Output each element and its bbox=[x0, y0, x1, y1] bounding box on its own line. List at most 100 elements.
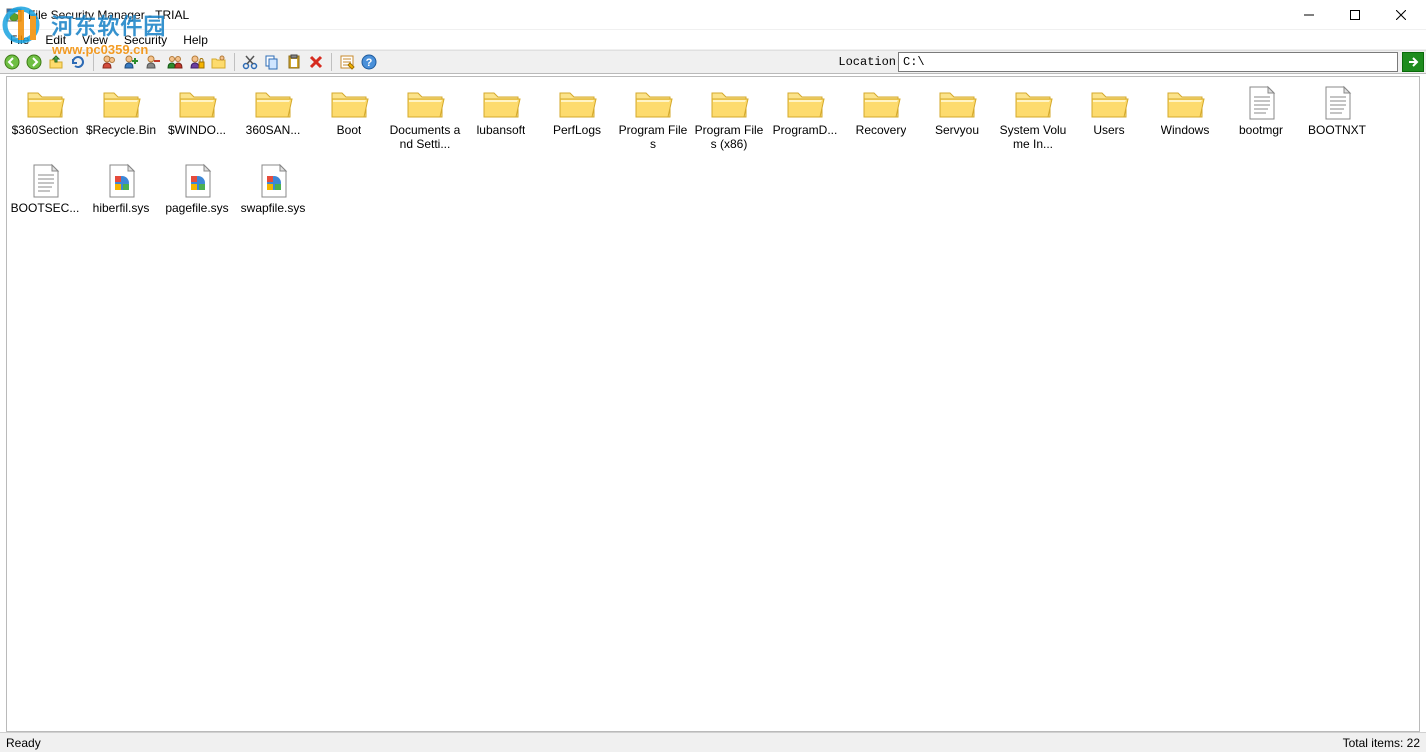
user-group-icon[interactable] bbox=[165, 52, 185, 72]
file-label: Documents and Setti... bbox=[388, 123, 462, 151]
minimize-button[interactable] bbox=[1286, 0, 1332, 30]
file-item[interactable]: hiberfil.sys bbox=[83, 159, 159, 219]
file-item[interactable]: Documents and Setti... bbox=[387, 81, 463, 155]
file-item[interactable]: BOOTNXT bbox=[1299, 81, 1375, 155]
doc-icon bbox=[1313, 83, 1361, 123]
help-icon[interactable]: ? bbox=[359, 52, 379, 72]
refresh-icon[interactable] bbox=[68, 52, 88, 72]
permissions-icon[interactable] bbox=[187, 52, 207, 72]
file-label: Program Files (x86) bbox=[692, 123, 766, 151]
file-item[interactable]: PerfLogs bbox=[539, 81, 615, 155]
menu-help[interactable]: Help bbox=[175, 31, 216, 49]
file-item[interactable]: 360SAN... bbox=[235, 81, 311, 155]
file-item[interactable]: Servyou bbox=[919, 81, 995, 155]
file-item[interactable]: BOOTSEC... bbox=[7, 159, 83, 219]
file-item[interactable]: ProgramD... bbox=[767, 81, 843, 155]
folder-icon bbox=[933, 83, 981, 123]
folder-icon bbox=[857, 83, 905, 123]
menubar: File Edit View Security Help bbox=[0, 30, 1426, 50]
folder-icon bbox=[21, 83, 69, 123]
back-icon[interactable] bbox=[2, 52, 22, 72]
location-input[interactable] bbox=[898, 52, 1398, 72]
file-label: $Recycle.Bin bbox=[86, 123, 156, 137]
sys-icon bbox=[249, 161, 297, 201]
toolbar-separator bbox=[331, 53, 332, 71]
menu-edit[interactable]: Edit bbox=[37, 31, 74, 49]
file-pane[interactable]: $360Section $Recycle.Bin $WINDO... 360SAN..… bbox=[6, 76, 1420, 732]
go-button[interactable] bbox=[1402, 52, 1424, 72]
titlebar: File Security Manager - TRIAL bbox=[0, 0, 1426, 30]
window-title: File Security Manager - TRIAL bbox=[28, 8, 189, 22]
file-label: Windows bbox=[1161, 123, 1210, 137]
file-item[interactable]: Program Files (x86) bbox=[691, 81, 767, 155]
svg-text:?: ? bbox=[366, 57, 373, 69]
folder-icon bbox=[781, 83, 829, 123]
sys-icon bbox=[173, 161, 221, 201]
file-label: $360Section bbox=[12, 123, 79, 137]
file-item[interactable]: bootmgr bbox=[1223, 81, 1299, 155]
folder-icon bbox=[249, 83, 297, 123]
status-left: Ready bbox=[6, 736, 41, 750]
file-item[interactable]: $360Section bbox=[7, 81, 83, 155]
maximize-button[interactable] bbox=[1332, 0, 1378, 30]
file-label: PerfLogs bbox=[553, 123, 601, 137]
up-icon[interactable] bbox=[46, 52, 66, 72]
file-label: pagefile.sys bbox=[165, 201, 228, 215]
file-item[interactable]: $WINDO... bbox=[159, 81, 235, 155]
file-item[interactable]: Windows bbox=[1147, 81, 1223, 155]
file-label: System Volume In... bbox=[996, 123, 1070, 151]
copy-icon[interactable] bbox=[262, 52, 282, 72]
file-label: Recovery bbox=[856, 123, 907, 137]
file-item[interactable]: Boot bbox=[311, 81, 387, 155]
folder-icon bbox=[401, 83, 449, 123]
sys-icon bbox=[97, 161, 145, 201]
folder-icon bbox=[1085, 83, 1133, 123]
doc-icon bbox=[1237, 83, 1285, 123]
file-label: BOOTSEC... bbox=[11, 201, 80, 215]
file-item[interactable]: lubansoft bbox=[463, 81, 539, 155]
owner-icon[interactable] bbox=[209, 52, 229, 72]
file-label: 360SAN... bbox=[246, 123, 301, 137]
user-remove-icon[interactable] bbox=[143, 52, 163, 72]
menu-security[interactable]: Security bbox=[116, 31, 175, 49]
paste-icon[interactable] bbox=[284, 52, 304, 72]
file-label: $WINDO... bbox=[168, 123, 226, 137]
doc-icon bbox=[21, 161, 69, 201]
forward-icon[interactable] bbox=[24, 52, 44, 72]
menu-view[interactable]: View bbox=[74, 31, 116, 49]
file-label: ProgramD... bbox=[773, 123, 838, 137]
users-icon[interactable] bbox=[99, 52, 119, 72]
file-item[interactable]: Users bbox=[1071, 81, 1147, 155]
menu-file[interactable]: File bbox=[2, 31, 37, 49]
user-add-icon[interactable] bbox=[121, 52, 141, 72]
app-icon bbox=[6, 7, 22, 23]
folder-icon bbox=[97, 83, 145, 123]
file-label: Boot bbox=[337, 123, 362, 137]
file-item[interactable]: swapfile.sys bbox=[235, 159, 311, 219]
folder-icon bbox=[1009, 83, 1057, 123]
file-item[interactable]: System Volume In... bbox=[995, 81, 1071, 155]
folder-icon bbox=[629, 83, 677, 123]
cut-icon[interactable] bbox=[240, 52, 260, 72]
properties-icon[interactable] bbox=[337, 52, 357, 72]
toolbar-separator bbox=[234, 53, 235, 71]
folder-icon bbox=[325, 83, 373, 123]
file-label: Users bbox=[1093, 123, 1124, 137]
status-bar: Ready Total items: 22 bbox=[0, 732, 1426, 752]
folder-icon bbox=[477, 83, 525, 123]
file-label: swapfile.sys bbox=[241, 201, 306, 215]
toolbar-separator bbox=[93, 53, 94, 71]
file-label: Servyou bbox=[935, 123, 979, 137]
folder-icon bbox=[1161, 83, 1209, 123]
file-item[interactable]: Recovery bbox=[843, 81, 919, 155]
file-item[interactable]: $Recycle.Bin bbox=[83, 81, 159, 155]
file-item[interactable]: Program Files bbox=[615, 81, 691, 155]
location-label: Location bbox=[836, 55, 898, 69]
file-item[interactable]: pagefile.sys bbox=[159, 159, 235, 219]
file-label: hiberfil.sys bbox=[93, 201, 150, 215]
delete-icon[interactable] bbox=[306, 52, 326, 72]
folder-icon bbox=[173, 83, 221, 123]
close-button[interactable] bbox=[1378, 0, 1424, 30]
folder-icon bbox=[553, 83, 601, 123]
file-label: Program Files bbox=[616, 123, 690, 151]
